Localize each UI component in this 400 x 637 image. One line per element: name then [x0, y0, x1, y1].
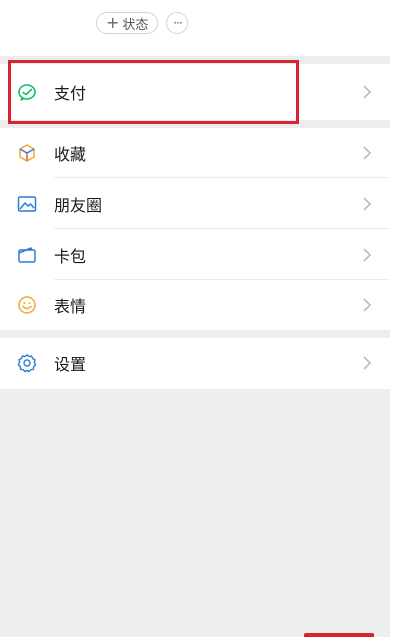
smiley-icon — [16, 294, 38, 316]
menu-item-settings[interactable]: 设置 — [0, 338, 390, 388]
menu-item-label: 卡包 — [54, 247, 87, 266]
status-row: + 状态 ··· — [96, 12, 189, 34]
chevron-right-icon — [363, 298, 372, 312]
chevron-right-icon — [363, 146, 372, 160]
menu-item-label: 设置 — [54, 355, 87, 374]
menu-item-stickers[interactable]: 表情 — [0, 280, 390, 330]
menu-item-label: 表情 — [54, 297, 87, 316]
profile-top-area: + 状态 ··· — [0, 0, 390, 56]
chevron-right-icon — [363, 85, 372, 99]
empty-background — [0, 389, 390, 637]
section-gap — [0, 330, 390, 338]
gear-icon — [16, 352, 38, 374]
more-icon: ··· — [173, 16, 183, 30]
more-button[interactable]: ··· — [166, 12, 189, 34]
menu-item-label: 朋友圈 — [54, 196, 103, 215]
chevron-right-icon — [363, 356, 372, 370]
menu-item-cards[interactable]: 卡包 — [0, 230, 390, 280]
menu-item-label: 支付 — [54, 84, 87, 103]
section-gap — [0, 56, 390, 64]
plus-icon: + — [106, 13, 120, 32]
chevron-right-icon — [363, 248, 372, 262]
image-icon — [16, 193, 38, 215]
status-label: 状态 — [122, 17, 149, 33]
menu-item-label: 收藏 — [54, 145, 87, 164]
wechat-pay-icon — [16, 81, 38, 103]
menu-item-pay[interactable]: 支付 — [0, 64, 390, 120]
section-gap — [0, 120, 390, 128]
me-page: + 状态 ··· 支付 收藏 朋友圈 卡包 表情 设置 — [0, 0, 390, 637]
add-status-button[interactable]: + 状态 — [96, 12, 159, 34]
menu-item-moments[interactable]: 朋友圈 — [0, 179, 390, 229]
cube-icon — [16, 142, 38, 164]
row-divider — [54, 228, 390, 229]
bottom-edge-mark — [304, 633, 374, 637]
wallet-icon — [16, 244, 38, 266]
menu-item-favorites[interactable]: 收藏 — [0, 128, 390, 178]
chevron-right-icon — [363, 197, 372, 211]
row-divider — [54, 177, 390, 178]
